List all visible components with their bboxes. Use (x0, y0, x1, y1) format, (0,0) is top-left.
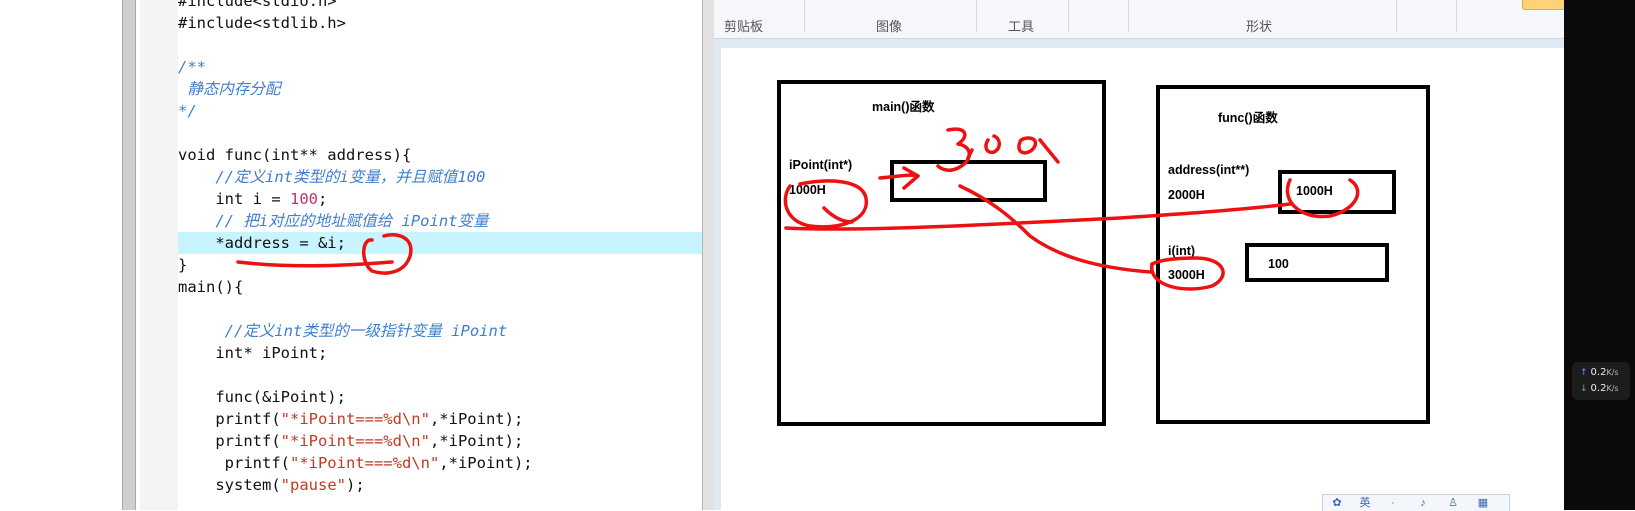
code-line[interactable]: int i = 100; (178, 188, 702, 210)
code-line[interactable]: printf("*iPoint===%d\n",*iPoint); (178, 408, 702, 430)
upload-unit: K/s (1606, 368, 1619, 377)
ipoint-label: iPoint(int*) (789, 158, 853, 172)
ribbon-color-button[interactable] (1522, 0, 1566, 10)
address-address: 2000H (1168, 188, 1205, 202)
code-line[interactable]: */ (178, 100, 702, 122)
ribbon-separator (1068, 0, 1069, 32)
code-line[interactable] (178, 122, 702, 144)
ipoint-cell (890, 160, 1047, 202)
text-icon[interactable]: 英 (1359, 497, 1371, 509)
mic-icon[interactable]: ♪ (1417, 497, 1429, 509)
i-label: i(int) (1168, 244, 1196, 258)
ribbon-group-shapes[interactable]: 形状 (1246, 16, 1272, 35)
code-token: main(){ (178, 278, 244, 296)
i-value: 100 (1268, 257, 1289, 271)
i-address: 3000H (1168, 268, 1205, 282)
upload-speed: ↑ 0.2K/s (1580, 367, 1619, 378)
code-line[interactable]: func(&iPoint); (178, 386, 702, 408)
ribbon-separator (1456, 0, 1457, 32)
download-value: 0.2 (1590, 383, 1607, 394)
code-token: *address = &i; (178, 234, 346, 252)
upload-value: 0.2 (1590, 367, 1607, 378)
code-token: #include<stdlib.h> (178, 14, 346, 32)
code-line[interactable]: int* iPoint; (178, 342, 702, 364)
code-token: */ (178, 102, 197, 120)
code-line[interactable]: printf("*iPoint===%d\n",*iPoint); (178, 452, 702, 474)
code-line[interactable]: void func(int** address){ (178, 144, 702, 166)
code-line[interactable] (178, 364, 702, 386)
code-line[interactable]: } (178, 254, 702, 276)
ribbon-group-image[interactable]: 图像 (876, 16, 902, 35)
code-line[interactable]: /** (178, 56, 702, 78)
code-token: void func(int** address){ (178, 146, 412, 164)
code-token: "*iPoint===%d\n" (280, 432, 430, 450)
code-token: /** (178, 58, 206, 76)
left-margin (0, 0, 122, 510)
dot-icon[interactable]: · (1387, 497, 1399, 509)
mini-toolbar: ✿ 英 · ♪ ♙ ▦ (1322, 494, 1510, 511)
editor-gutter-bar (122, 0, 136, 510)
code-token: printf( (178, 410, 281, 428)
code-token: "pause" (280, 476, 346, 494)
download-unit: K/s (1606, 384, 1619, 393)
code-token: // 把i对应的地址赋值给 iPoint变量 (178, 212, 489, 230)
ribbon-group-tools[interactable]: 工具 (1008, 16, 1034, 35)
download-speed: ↓ 0.2K/s (1580, 383, 1619, 394)
line-gutter (140, 0, 179, 510)
func-title: func()函数 (1218, 111, 1278, 125)
main-title: main()函数 (872, 100, 935, 114)
ribbon-separator (804, 0, 805, 32)
code-token: "*iPoint===%d\n" (289, 454, 440, 472)
code-token: func(&iPoint); (178, 388, 346, 406)
code-token: system( (178, 476, 281, 494)
code-token: int* iPoint; (178, 344, 328, 362)
code-line[interactable]: #include<stdlib.h> (178, 12, 702, 34)
flower-icon[interactable]: ✿ (1331, 497, 1343, 509)
code-token: //定义int类型的一级指针变量 iPoint (178, 322, 508, 340)
code-token: "*iPoint===%d\n" (280, 410, 430, 428)
code-token: printf( (178, 432, 281, 450)
code-token: 静态内存分配 (178, 80, 281, 98)
screen-edge (1564, 0, 1635, 510)
ribbon-separator (1396, 0, 1397, 32)
code-token: } (178, 256, 188, 274)
i-cell (1245, 243, 1389, 282)
code-token: printf( (178, 454, 290, 472)
code-token: 100 (289, 190, 318, 208)
code-line[interactable] (178, 298, 702, 320)
network-speed-widget: ↑ 0.2K/s ↓ 0.2K/s (1572, 362, 1630, 400)
code-line[interactable]: //定义int类型的一级指针变量 iPoint (178, 320, 702, 342)
paint-ribbon: 剪贴板 图像 工具 形状 (714, 0, 1564, 39)
upload-arrow-icon: ↑ (1580, 368, 1588, 378)
code-token: //定义int类型的i变量，并且赋值100 (178, 168, 486, 186)
code-token: ,*iPoint); (429, 410, 524, 428)
main-function-box (777, 80, 1106, 426)
code-token: ); (345, 476, 365, 494)
code-token: ,*iPoint); (429, 432, 524, 450)
code-line[interactable]: system("pause"); (178, 474, 702, 496)
code-line[interactable]: *address = &i; (178, 232, 702, 254)
ribbon-separator (976, 0, 977, 32)
person-icon[interactable]: ♙ (1447, 497, 1459, 509)
code-token: ,*iPoint); (439, 454, 533, 472)
ipoint-address: 1000H (789, 183, 826, 197)
code-line[interactable]: // 把i对应的地址赋值给 iPoint变量 (178, 210, 702, 232)
ribbon-separator (1128, 0, 1129, 32)
download-arrow-icon: ↓ (1580, 384, 1588, 394)
code-line[interactable]: #include<stdio.h> (178, 0, 702, 12)
code-line[interactable]: //定义int类型的i变量，并且赋值100 (178, 166, 702, 188)
address-value: 1000H (1296, 184, 1333, 198)
ribbon-group-clipboard[interactable]: 剪贴板 (724, 16, 763, 35)
code-token: int i = (178, 190, 290, 208)
code-line[interactable]: 静态内存分配 (178, 78, 702, 100)
code-token: ; (317, 190, 328, 208)
grid-icon[interactable]: ▦ (1477, 497, 1489, 509)
code-line[interactable]: printf("*iPoint===%d\n",*iPoint); (178, 430, 702, 452)
code-token: #include<stdio.h> (178, 0, 337, 10)
address-label: address(int**) (1168, 163, 1250, 177)
code-editor[interactable]: #include<stdio.h> #include<stdlib.h> /** 静… (178, 0, 702, 510)
code-line[interactable] (178, 34, 702, 56)
code-line[interactable]: main(){ (178, 276, 702, 298)
